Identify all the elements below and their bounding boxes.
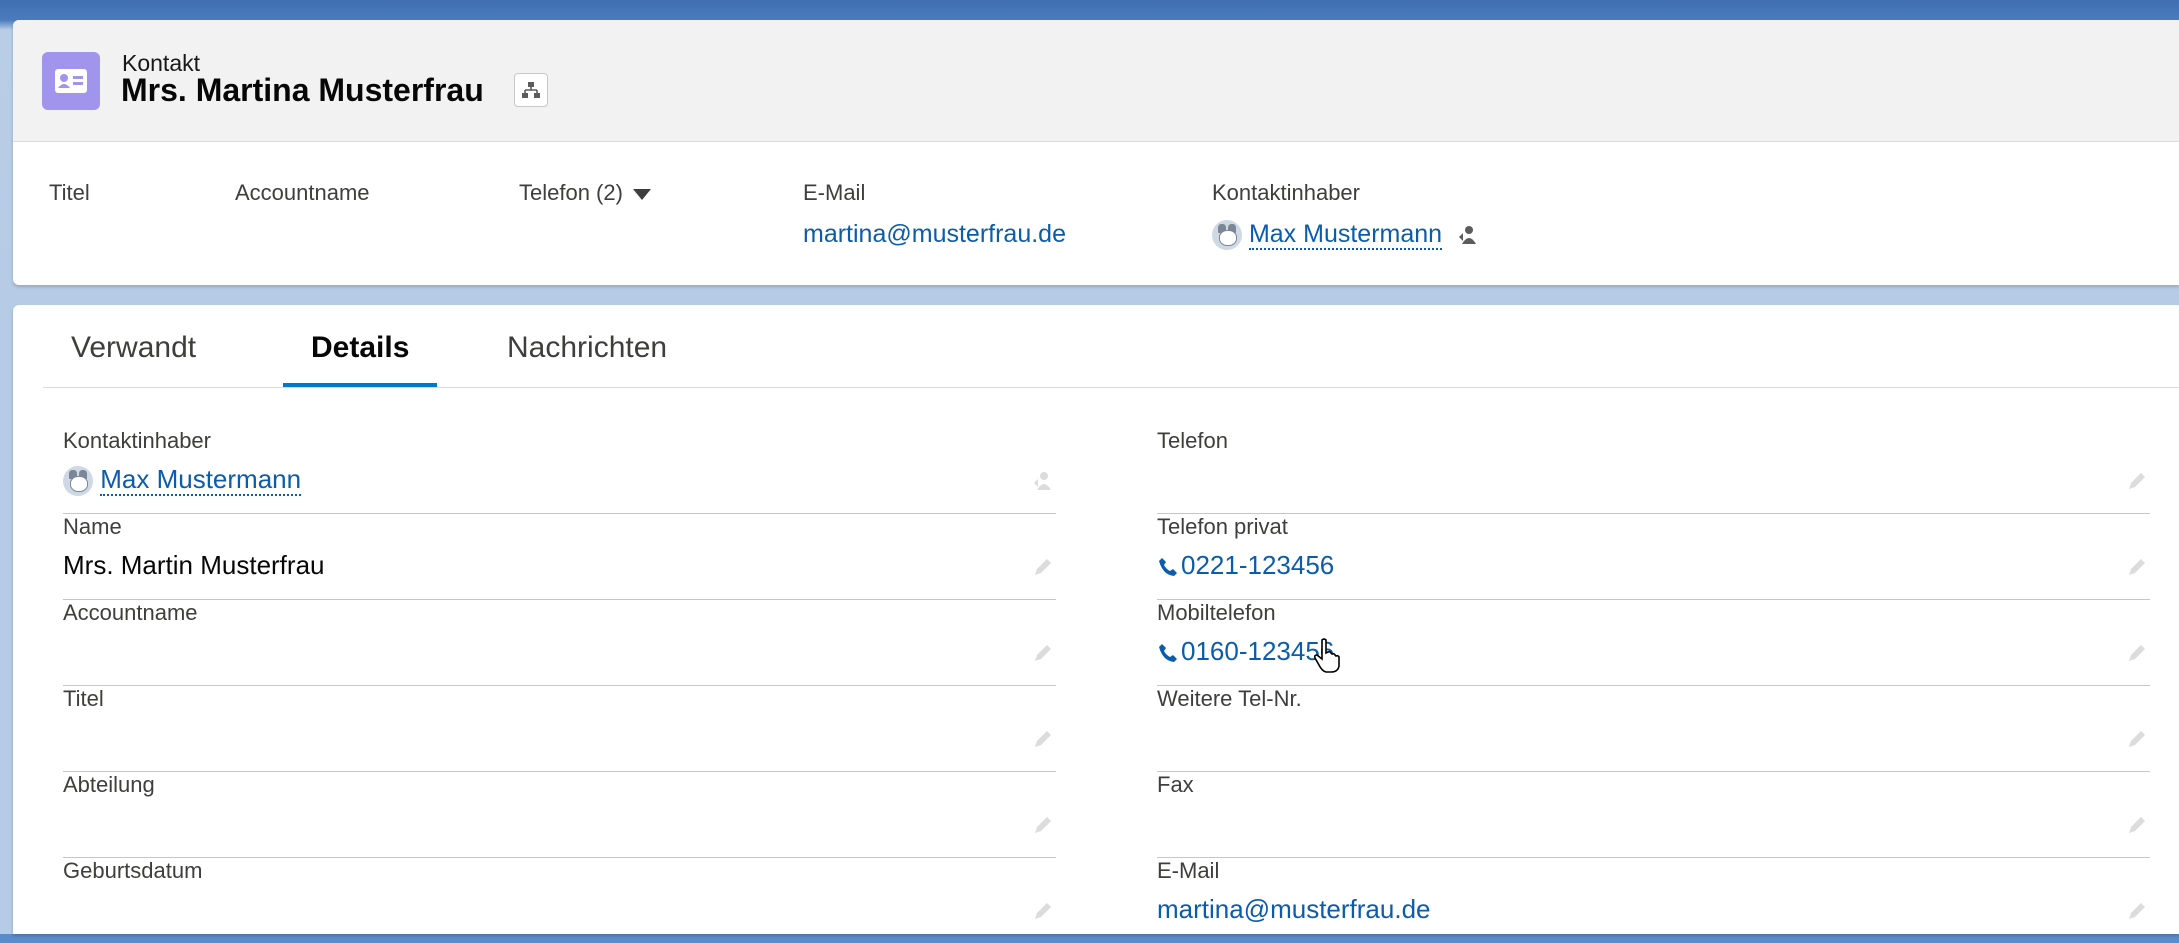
- field-titel: Titel: [63, 686, 1056, 772]
- tab-nachrichten[interactable]: Nachrichten: [479, 331, 695, 387]
- field-label: Accountname: [63, 600, 198, 625]
- highlight-owner-label: Kontaktinhaber: [1212, 180, 1360, 205]
- record-header-top: Kontakt Mrs. Martina Musterfrau: [13, 20, 2179, 142]
- hierarchy-button[interactable]: [514, 73, 548, 107]
- phone-privat-link[interactable]: 0221-123456: [1181, 550, 1334, 580]
- field-email: E-Mail martina@musterfrau.de: [1157, 858, 2150, 943]
- phone-icon: [1159, 558, 1177, 577]
- highlight-owner-value: Max Mustermann: [1212, 220, 1479, 251]
- field-label: E-Mail: [1157, 858, 1220, 883]
- highlight-owner-link[interactable]: Max Mustermann: [1248, 220, 1443, 250]
- owner-avatar: [1212, 220, 1242, 251]
- field-kontaktinhaber: Kontaktinhaber Max Mustermann: [63, 428, 1056, 514]
- owner-avatar: [63, 466, 93, 497]
- change-owner-icon[interactable]: [1457, 224, 1479, 246]
- detail-card: Verwandt Details Nachrichten Kontaktinha…: [13, 305, 2179, 934]
- edit-pencil-icon[interactable]: [2126, 814, 2148, 836]
- field-label: Name: [63, 514, 122, 539]
- highlight-title-label: Titel: [49, 180, 90, 205]
- edit-pencil-icon[interactable]: [1032, 556, 1054, 578]
- edit-pencil-icon[interactable]: [1032, 900, 1054, 922]
- edit-pencil-icon[interactable]: [2126, 470, 2148, 492]
- highlight-phone[interactable]: Telefon (2): [519, 180, 651, 206]
- edit-pencil-icon[interactable]: [1032, 642, 1054, 664]
- tab-details[interactable]: Details: [283, 331, 438, 387]
- edit-pencil-icon[interactable]: [1032, 814, 1054, 836]
- highlight-phone-label: Telefon (2): [519, 180, 623, 205]
- highlight-phone-dropdown[interactable]: Telefon (2): [519, 180, 651, 206]
- edit-pencil-icon[interactable]: [2126, 642, 2148, 664]
- highlight-account-label: Accountname: [235, 180, 370, 205]
- edit-pencil-icon[interactable]: [2126, 900, 2148, 922]
- highlight-email-label: E-Mail: [803, 180, 866, 205]
- field-label: Telefon privat: [1157, 514, 1288, 539]
- field-label: Mobiltelefon: [1157, 600, 1276, 625]
- highlight-account: Accountname: [235, 180, 370, 206]
- field-name: Name Mrs. Martin Musterfrau: [63, 514, 1056, 600]
- field-telefon-privat: Telefon privat 0221-123456: [1157, 514, 2150, 600]
- caret-down-icon: [632, 188, 651, 200]
- hand-cursor-icon: [1313, 638, 1340, 673]
- field-value: Max Mustermann: [63, 464, 302, 497]
- highlight-owner: Kontaktinhaber Max Mustermann: [1212, 180, 1479, 251]
- contact-card-icon: [42, 52, 100, 110]
- owner-link[interactable]: Max Mustermann: [100, 464, 302, 496]
- tab-verwandt[interactable]: Verwandt: [43, 331, 224, 387]
- record-tabs: Verwandt Details Nachrichten: [43, 305, 2179, 388]
- edit-pencil-icon[interactable]: [2126, 728, 2148, 750]
- field-label: Titel: [63, 686, 104, 711]
- email-link[interactable]: martina@musterfrau.de: [1157, 894, 1431, 925]
- field-accountname: Accountname: [63, 600, 1056, 686]
- hierarchy-icon: [522, 82, 540, 98]
- edit-pencil-icon[interactable]: [2126, 556, 2148, 578]
- change-owner-icon[interactable]: [1032, 470, 1054, 492]
- highlight-email: E-Mail martina@musterfrau.de: [803, 180, 1066, 249]
- field-geburtsdatum: Geburtsdatum: [63, 858, 1056, 943]
- field-label: Geburtsdatum: [63, 858, 203, 883]
- field-value: 0160-123456: [1157, 636, 1334, 667]
- field-value: 0221-123456: [1157, 550, 1334, 581]
- record-title: Mrs. Martina Musterfrau: [121, 72, 484, 108]
- field-abteilung: Abteilung: [63, 772, 1056, 858]
- field-label: Fax: [1157, 772, 1194, 797]
- field-mobiltelefon: Mobiltelefon 0160-123456: [1157, 600, 2150, 686]
- field-weitere-tel: Weitere Tel-Nr.: [1157, 686, 2150, 772]
- mobile-phone-link[interactable]: 0160-123456: [1181, 636, 1334, 666]
- field-label: Weitere Tel-Nr.: [1157, 686, 1302, 711]
- field-label: Abteilung: [63, 772, 155, 797]
- highlight-email-link[interactable]: martina@musterfrau.de: [803, 220, 1066, 249]
- field-value: Mrs. Martin Musterfrau: [63, 550, 325, 580]
- field-telefon: Telefon: [1157, 428, 2150, 514]
- field-label: Telefon: [1157, 428, 1228, 453]
- record-header: Kontakt Mrs. Martina Musterfrau Titel Ac…: [13, 20, 2179, 285]
- highlight-title: Titel: [49, 180, 90, 206]
- phone-icon: [1159, 644, 1177, 663]
- edit-pencil-icon[interactable]: [1032, 728, 1054, 750]
- field-fax: Fax: [1157, 772, 2150, 858]
- field-label: Kontaktinhaber: [63, 428, 211, 453]
